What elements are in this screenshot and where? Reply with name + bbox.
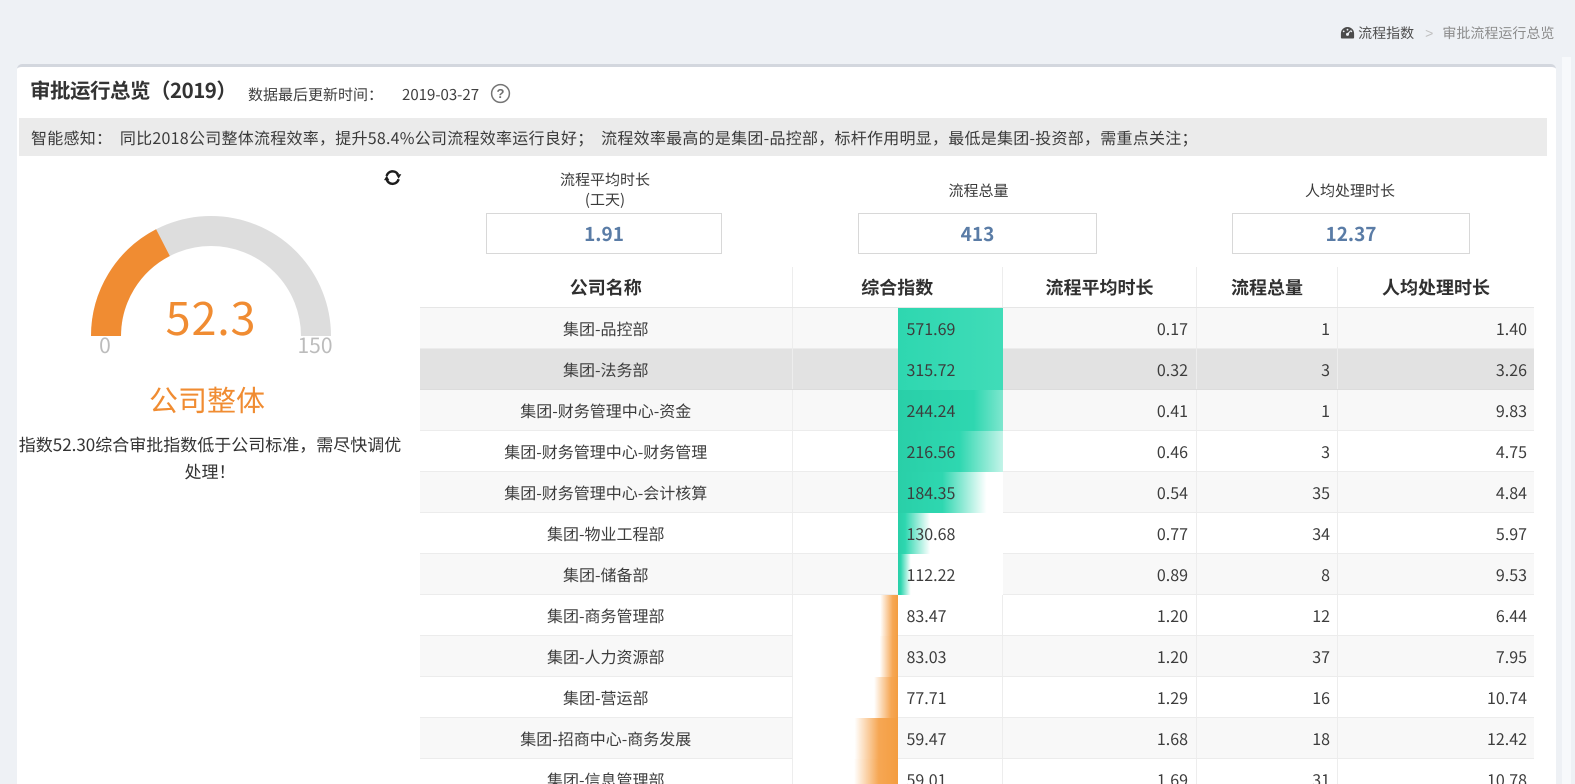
svg-text:?: ? (497, 86, 505, 101)
